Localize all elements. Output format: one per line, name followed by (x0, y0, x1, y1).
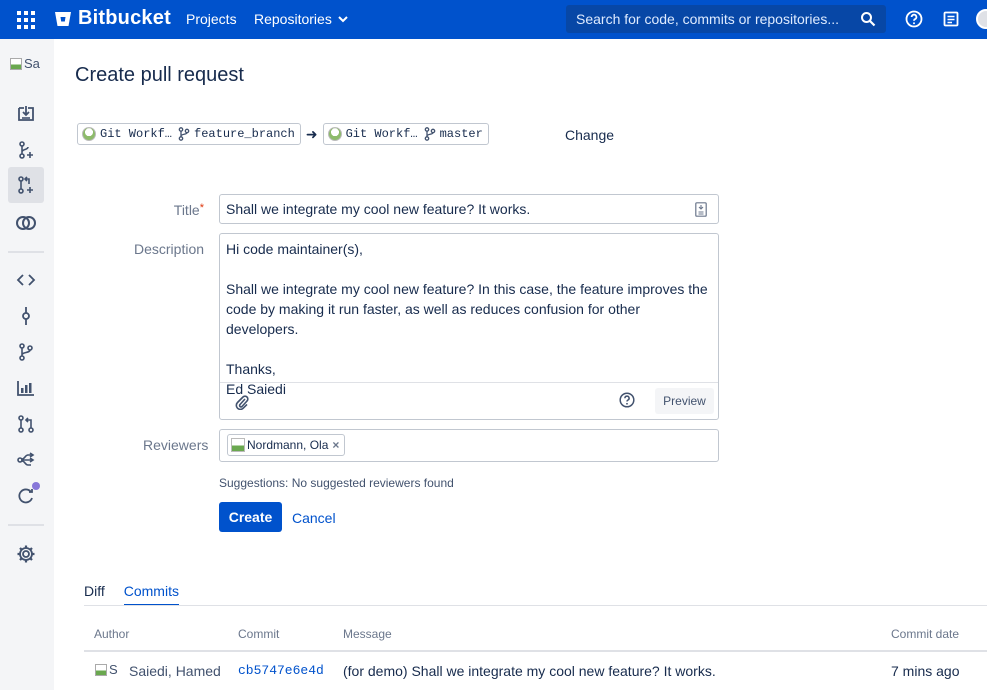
column-header-commit: Commit (238, 627, 280, 641)
preview-button[interactable]: Preview (655, 388, 714, 414)
repository-avatar (82, 127, 96, 141)
sidebar-create-pull-request[interactable] (8, 167, 44, 203)
search-icon[interactable] (860, 11, 876, 27)
description-editor[interactable]: Hi code maintainer(s), Shall we integrat… (219, 233, 719, 420)
reviewers-label: Reviewers (143, 437, 209, 453)
attachment-icon[interactable] (234, 394, 250, 410)
table-header-divider (84, 650, 987, 652)
sidebar-source[interactable] (14, 268, 38, 292)
page-title: Create pull request (75, 64, 244, 86)
column-header-message: Message (343, 627, 392, 641)
sidebar-clone[interactable] (14, 102, 38, 126)
title-label-text: Title (173, 202, 200, 218)
top-navigation-bar: Bitbucket Projects Repositories (0, 0, 987, 39)
help-icon[interactable] (619, 392, 635, 408)
sidebar-settings[interactable] (14, 542, 38, 566)
create-branch-icon (19, 141, 33, 159)
sidebar-divider (8, 524, 44, 526)
tab-divider (84, 605, 987, 606)
create-button[interactable]: Create (219, 502, 282, 532)
tab-commits[interactable]: Commits (123, 583, 179, 606)
sidebar-create-branch[interactable] (14, 138, 38, 162)
settings-icon (17, 545, 35, 563)
sidebar-forks[interactable] (14, 448, 38, 472)
commit-date: 7 mins ago (891, 663, 960, 679)
target-branch-name: master (439, 127, 483, 141)
app-name: Bitbucket (78, 7, 171, 29)
author-avatar-alt: S (109, 662, 118, 677)
arrow-right-icon: ➜ (305, 125, 318, 142)
required-marker: * (199, 202, 204, 214)
source-repo-name: Git Workf… (100, 127, 173, 141)
column-header-commit-date: Commit date (891, 627, 960, 641)
change-branches-button[interactable]: Change (565, 127, 614, 143)
commit-message: (for demo) Shall we integrate my cool ne… (343, 663, 716, 679)
broken-image-icon (10, 57, 22, 70)
compare-icon (16, 216, 36, 230)
source-branch-name: feature_branch (194, 127, 295, 141)
nav-repositories[interactable]: Repositories (254, 11, 348, 27)
nav-projects[interactable]: Projects (186, 11, 237, 27)
insights-icon (17, 381, 34, 396)
reviewer-chip: Nordmann, Ola × (227, 434, 346, 456)
commit-hash-link[interactable]: cb5747e6e4d (238, 663, 324, 678)
create-pull-request-icon (18, 176, 33, 194)
template-icon[interactable] (695, 202, 707, 217)
description-label: Description (134, 241, 205, 257)
table-row: S Saiedi, Hamed cb5747e6e4d (for demo) S… (84, 653, 987, 690)
commit-author: Saiedi, Hamed (129, 663, 221, 679)
remove-reviewer-icon[interactable]: × (332, 438, 339, 452)
nav-repositories-label: Repositories (254, 11, 332, 27)
broken-image-icon (95, 663, 107, 676)
sidebar-divider (8, 251, 44, 253)
sidebar-insights[interactable] (14, 376, 38, 400)
commits-icon (22, 307, 30, 325)
branch-icon (178, 127, 190, 141)
bitbucket-logo-icon (55, 11, 71, 26)
sidebar-pull-requests[interactable] (14, 412, 38, 436)
title-value: Shall we integrate my cool new feature? … (226, 201, 531, 217)
repository-avatar[interactable]: Sa (10, 56, 40, 71)
author-avatar: S (95, 662, 118, 677)
title-field[interactable]: Shall we integrate my cool new feature? … (219, 194, 719, 224)
reviewer-avatar (231, 438, 245, 452)
search-box (566, 5, 886, 33)
branch-icon (424, 127, 435, 141)
reviewers-input[interactable]: Nordmann, Ola × (219, 429, 719, 462)
pull-requests-icon (18, 415, 34, 433)
search-input[interactable] (566, 11, 851, 27)
sidebar-branches[interactable] (14, 340, 38, 364)
source-icon (16, 274, 36, 286)
branch-selector: Git Workf… feature_branch ➜ Git Workf… m… (77, 123, 489, 145)
cancel-button[interactable]: Cancel (292, 510, 336, 526)
title-label: Title* (160, 202, 204, 218)
reviewer-name: Nordmann, Ola (247, 438, 329, 452)
reviewer-suggestions: Suggestions: No suggested reviewers foun… (219, 476, 454, 490)
user-avatar[interactable] (976, 9, 987, 29)
target-repo-name: Git Workf… (345, 127, 418, 141)
clone-icon (18, 106, 34, 121)
bitbucket-logo[interactable]: Bitbucket (54, 7, 171, 30)
inbox-icon[interactable] (942, 10, 960, 28)
chevron-down-icon (338, 16, 348, 23)
editor-toolbar: Preview (220, 382, 718, 419)
repository-avatar-alt: Sa (24, 56, 40, 71)
repository-avatar (327, 127, 342, 141)
description-value[interactable]: Hi code maintainer(s), Shall we integrat… (226, 239, 716, 399)
app-switcher-icon[interactable] (17, 11, 35, 29)
help-icon[interactable] (905, 10, 923, 28)
tab-diff[interactable]: Diff (84, 583, 105, 606)
tab-bar: Diff Commits (84, 583, 198, 606)
sidebar-commits[interactable] (14, 304, 38, 328)
branches-icon (19, 343, 33, 361)
source-branch[interactable]: Git Workf… feature_branch (77, 123, 301, 145)
sidebar-compare[interactable] (14, 211, 38, 235)
target-branch[interactable]: Git Workf… master (322, 123, 489, 145)
notification-dot (32, 482, 40, 490)
column-header-author: Author (94, 627, 130, 641)
forks-icon (17, 452, 35, 466)
sidebar: Sa (0, 39, 54, 690)
